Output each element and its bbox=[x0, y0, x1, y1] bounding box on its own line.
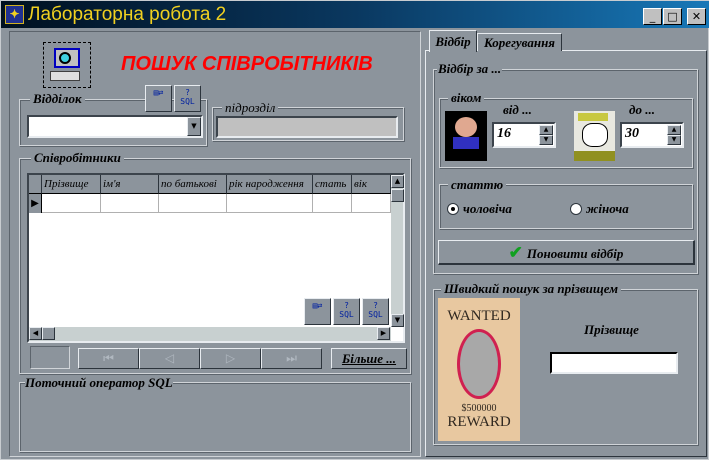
age-to-spinner[interactable]: 30 ▲ ▼ bbox=[620, 122, 684, 148]
spin-down-icon[interactable]: ▼ bbox=[539, 135, 553, 145]
scroll-thumb[interactable] bbox=[391, 189, 404, 202]
grid-layout-button[interactable]: ▤⇄ bbox=[145, 85, 172, 112]
gender-male-label: чоловіча bbox=[463, 201, 512, 216]
vertical-scrollbar[interactable]: ▲ ▼ bbox=[391, 175, 404, 327]
employees-label: Співробітники bbox=[31, 151, 124, 165]
table-cell[interactable] bbox=[101, 194, 159, 213]
sql-text: SQL bbox=[180, 97, 195, 106]
sql-group-label: Поточний оператор SQL bbox=[25, 375, 173, 390]
gender-male-radio[interactable]: чоловіча bbox=[447, 201, 512, 217]
column-header[interactable]: рік народження bbox=[227, 175, 313, 194]
table-cell[interactable] bbox=[159, 194, 227, 213]
quick-search-label: Швидкий пошук за прізвищем bbox=[441, 282, 622, 296]
scroll-thumb[interactable] bbox=[42, 327, 55, 340]
fred-cartoon-icon bbox=[574, 111, 615, 161]
subdivision-field[interactable] bbox=[216, 116, 398, 138]
window-title: Лабораторна робота 2 bbox=[28, 4, 227, 25]
column-header[interactable]: вік bbox=[352, 175, 391, 194]
page-heading: ПОШУК СПІВРОБІТНИКІВ bbox=[121, 53, 373, 75]
chevron-down-icon[interactable]: ▼ bbox=[187, 117, 201, 136]
column-header[interactable]: Прізвище bbox=[42, 175, 101, 194]
tab-selection[interactable]: Відбір bbox=[429, 30, 477, 52]
radio-unchecked-icon[interactable] bbox=[570, 203, 582, 215]
nav-last-button[interactable]: ⏭ bbox=[261, 348, 322, 369]
scroll-down-icon[interactable]: ▼ bbox=[391, 314, 404, 327]
age-to-label: до ... bbox=[629, 102, 655, 117]
department-label: Відділок bbox=[30, 92, 85, 106]
app-icon[interactable]: ✦ bbox=[5, 5, 24, 24]
baby-cartoon-icon bbox=[445, 111, 487, 161]
maximize-button[interactable]: □ bbox=[663, 8, 682, 25]
scroll-up-icon[interactable]: ▲ bbox=[391, 175, 404, 188]
scroll-right-icon[interactable]: ▶ bbox=[377, 327, 390, 340]
title-bar[interactable]: Лабораторна робота 2 bbox=[1, 1, 709, 28]
age-from-label: від ... bbox=[503, 102, 532, 117]
spin-down-icon[interactable]: ▼ bbox=[667, 135, 681, 145]
department-combobox[interactable]: ▼ bbox=[27, 115, 203, 138]
close-button[interactable]: ✕ bbox=[687, 8, 706, 25]
filter-group-label: Відбір за ... bbox=[437, 61, 503, 76]
more-button[interactable]: Більше ... bbox=[331, 348, 407, 369]
age-to-value: 30 bbox=[625, 126, 639, 141]
radio-checked-icon[interactable] bbox=[447, 203, 459, 215]
record-indicator bbox=[30, 346, 70, 369]
age-from-spinner[interactable]: 16 ▲ ▼ bbox=[492, 122, 556, 148]
minimize-button[interactable]: _ bbox=[643, 8, 662, 25]
grid-layout-button[interactable]: ▤⇄ bbox=[304, 298, 331, 325]
indicator-header bbox=[29, 175, 42, 194]
scroll-left-icon[interactable]: ◀ bbox=[29, 327, 42, 340]
poster-amount: $500000 bbox=[461, 403, 497, 414]
column-header[interactable]: ім'я bbox=[101, 175, 159, 194]
poster-bottom: REWARD bbox=[447, 414, 511, 430]
nav-first-button[interactable]: ⏮ bbox=[78, 348, 139, 369]
surname-label: Прізвище bbox=[584, 322, 639, 337]
gender-group-label: статтю bbox=[448, 178, 507, 192]
sql-text: SQL bbox=[339, 310, 354, 319]
column-header[interactable]: по батькові bbox=[159, 175, 227, 194]
sql-query-button[interactable]: ? SQL bbox=[333, 298, 360, 325]
horizontal-scrollbar[interactable]: ◀ ▶ bbox=[29, 327, 391, 341]
target-icon bbox=[457, 329, 501, 399]
checkmark-icon: ✔ bbox=[508, 243, 523, 262]
nav-next-button[interactable]: ▷ bbox=[200, 348, 261, 369]
age-group-label: віком bbox=[448, 91, 485, 105]
sql-query-button[interactable]: ? SQL bbox=[174, 85, 201, 112]
spin-up-icon[interactable]: ▲ bbox=[539, 125, 553, 135]
table-cell[interactable] bbox=[42, 194, 101, 213]
poster-top: WANTED bbox=[447, 308, 511, 324]
table-cell[interactable] bbox=[352, 194, 391, 213]
subdivision-label: підрозділ bbox=[222, 101, 279, 115]
wanted-poster-image: WANTED $500000 REWARD bbox=[438, 298, 520, 441]
surname-input[interactable] bbox=[550, 352, 678, 374]
refresh-filter-button[interactable]: ✔ Поновити відбір bbox=[438, 240, 695, 265]
row-indicator-icon: ▶ bbox=[29, 194, 42, 213]
table-cell[interactable] bbox=[313, 194, 352, 213]
gender-female-radio[interactable]: жіноча bbox=[570, 201, 629, 217]
computer-search-icon bbox=[43, 42, 91, 88]
table-cell[interactable] bbox=[227, 194, 313, 213]
spin-up-icon[interactable]: ▲ bbox=[667, 125, 681, 135]
sql-text: SQL bbox=[368, 310, 383, 319]
refresh-filter-label: Поновити відбір bbox=[526, 246, 624, 261]
sql-group bbox=[19, 382, 411, 452]
more-button-label: Більше ... bbox=[341, 351, 397, 366]
column-header[interactable]: стать bbox=[313, 175, 352, 194]
age-from-value: 16 bbox=[497, 126, 511, 141]
tab-editing[interactable]: Корегування bbox=[477, 33, 562, 51]
sql-query-button[interactable]: ? SQL bbox=[362, 298, 389, 325]
gender-female-label: жіноча bbox=[586, 201, 629, 216]
nav-prior-button[interactable]: ◁ bbox=[139, 348, 200, 369]
